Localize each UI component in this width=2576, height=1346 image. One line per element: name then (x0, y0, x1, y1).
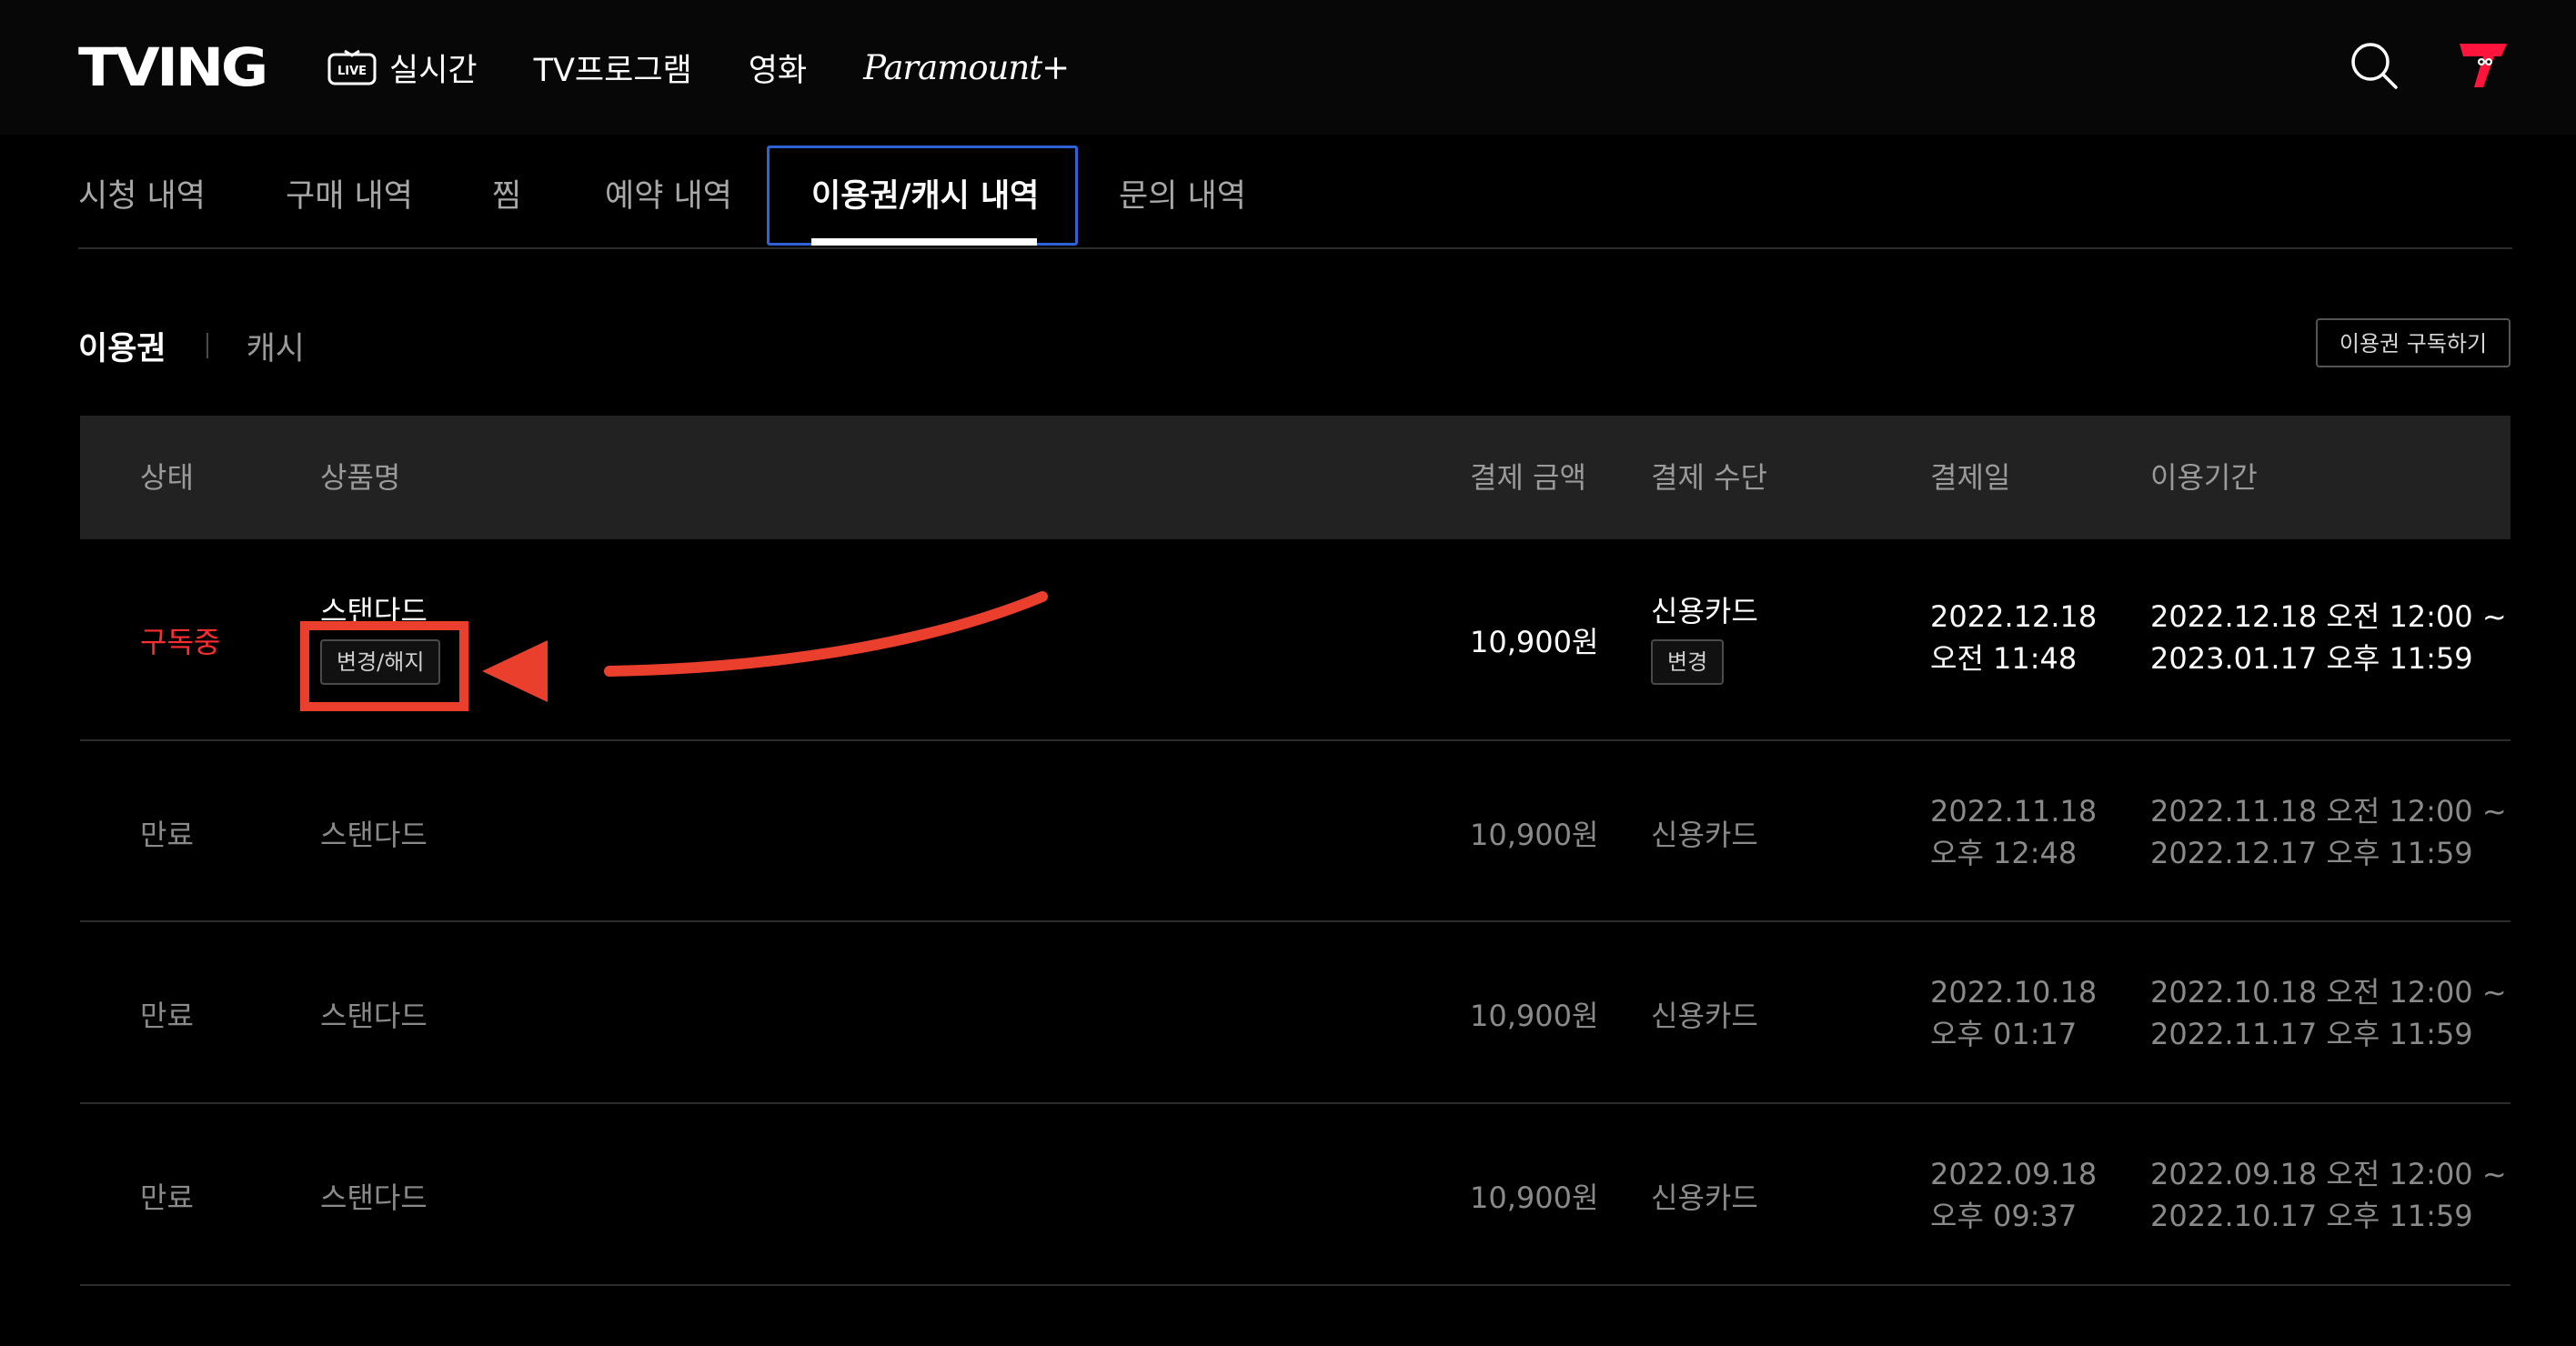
period-end: 2022.11.17 오후 11:59 (2150, 1017, 2473, 1051)
nav-label-live: 실시간 (389, 52, 478, 89)
live-icon: LIVE (327, 49, 377, 85)
pay-time: 오후 09:37 (1930, 1199, 2078, 1233)
row-product: 스탠다드 (320, 818, 428, 852)
row-amount: 10,900원 (1470, 625, 1599, 659)
pay-date: 2022.11.18 (1930, 794, 2098, 829)
pay-date: 2022.09.18 (1930, 1157, 2098, 1191)
period-end: 2023.01.17 오후 11:59 (2150, 641, 2473, 676)
nav-label-tv-program: TV프로그램 (533, 52, 692, 89)
nav-item-tv-program[interactable]: TV프로그램 (534, 45, 692, 91)
nav-label-movie: 영화 (748, 52, 808, 89)
subtab-divider (206, 333, 208, 358)
period-start: 2022.09.18 오전 12:00 ~ (2150, 1157, 2507, 1191)
tab-purchase-history[interactable]: 구매 내역 (286, 146, 413, 247)
row-product: 스탠다드 (320, 999, 428, 1033)
header-period: 이용기간 (2150, 460, 2258, 495)
row-product: 스탠다드 (320, 1180, 428, 1215)
period-start: 2022.12.18 오전 12:00 ~ (2150, 599, 2507, 634)
row-amount: 10,900원 (1470, 1180, 1599, 1215)
row-period: 2022.12.18 오전 12:00 ~ 2023.01.17 오후 11:5… (2150, 596, 2507, 679)
row-pay-date: 2022.09.18 오후 09:37 (1930, 1153, 2097, 1237)
row-status: 구독중 (140, 625, 221, 659)
table-row: 만료 스탠다드 10,900원 신용카드 2022.10.18 오후 01:17… (80, 922, 2511, 1104)
top-header: TVING LIVE 실시간 TV프로그램 영화 Paramount+ (0, 0, 2576, 135)
tab-watch-history[interactable]: 시청 내역 (78, 146, 206, 247)
search-icon[interactable] (2349, 40, 2400, 91)
row-method: 신용카드 (1651, 999, 1758, 1033)
row-period: 2022.11.18 오전 12:00 ~ 2022.12.17 오후 11:5… (2150, 790, 2507, 874)
pay-time: 오후 12:48 (1930, 836, 2078, 870)
period-start: 2022.10.18 오전 12:00 ~ (2150, 975, 2507, 1010)
annotation-highlight-box (300, 621, 468, 711)
pay-time: 오후 01:17 (1930, 1017, 2078, 1051)
tab-reservation-history[interactable]: 예약 내역 (605, 146, 732, 247)
tving-logo[interactable]: TVING (78, 36, 268, 98)
pay-time: 오전 11:48 (1930, 641, 2078, 676)
subscribe-pass-button[interactable]: 이용권 구독하기 (2316, 318, 2511, 367)
row-method: 신용카드 (1651, 1180, 1758, 1215)
row-amount: 10,900원 (1470, 818, 1599, 852)
nav-item-movie[interactable]: 영화 (749, 45, 807, 91)
tab-inquiry-history[interactable]: 문의 내역 (1119, 146, 1246, 247)
row-method: 신용카드 (1651, 594, 1758, 628)
subtab-cash[interactable]: 캐시 (247, 323, 305, 369)
history-tabs: 시청 내역 구매 내역 찜 예약 내역 이용권/캐시 내역 문의 내역 (78, 146, 2512, 249)
table-header: 상태 상품명 결제 금액 결제 수단 결제일 이용기간 (80, 416, 2511, 539)
nav-item-paramount[interactable]: Paramount+ (863, 47, 1070, 87)
header-amount: 결제 금액 (1470, 460, 1586, 495)
row-pay-date: 2022.10.18 오후 01:17 (1930, 971, 2097, 1055)
row-pay-date: 2022.12.18 오전 11:48 (1930, 596, 2097, 679)
tab-wishlist[interactable]: 찜 (492, 146, 521, 247)
period-start: 2022.11.18 오전 12:00 ~ (2150, 794, 2507, 829)
pay-date: 2022.12.18 (1930, 599, 2098, 634)
row-amount: 10,900원 (1470, 999, 1599, 1033)
profile-icon[interactable] (2458, 40, 2509, 89)
pay-date: 2022.10.18 (1930, 975, 2098, 1010)
nav-item-live[interactable]: LIVE 실시간 (327, 45, 478, 91)
main-nav: LIVE 실시간 TV프로그램 영화 Paramount+ (327, 0, 1125, 135)
method-change-wrapper: 변경 (1651, 639, 1725, 685)
table-row: 만료 스탠다드 10,900원 신용카드 2022.11.18 오후 12:48… (80, 741, 2511, 922)
header-status: 상태 (140, 460, 194, 495)
row-period: 2022.10.18 오전 12:00 ~ 2022.11.17 오후 11:5… (2150, 971, 2507, 1055)
paramount-logo: Paramount+ (863, 47, 1070, 87)
active-tab-underline (811, 238, 1037, 246)
table-row: 만료 스탠다드 10,900원 신용카드 2022.09.18 오후 09:37… (80, 1104, 2511, 1286)
period-end: 2022.10.17 오후 11:59 (2150, 1199, 2473, 1233)
row-pay-date: 2022.11.18 오후 12:48 (1930, 790, 2097, 874)
row-method: 신용카드 (1651, 818, 1758, 852)
row-status: 만료 (140, 818, 194, 852)
row-status: 만료 (140, 999, 194, 1033)
subtab-pass[interactable]: 이용권 (78, 323, 166, 369)
sub-tabs: 이용권 캐시 (78, 323, 305, 368)
header-product: 상품명 (320, 460, 401, 495)
annotation-arrow-icon (482, 591, 1048, 702)
change-payment-method-button[interactable]: 변경 (1651, 639, 1725, 685)
header-pay-date: 결제일 (1930, 460, 2011, 495)
tab-focus-ring (767, 146, 1078, 246)
row-status: 만료 (140, 1180, 194, 1215)
period-end: 2022.12.17 오후 11:59 (2150, 836, 2473, 870)
svg-text:LIVE: LIVE (337, 65, 367, 78)
header-method: 결제 수단 (1651, 460, 1767, 495)
row-period: 2022.09.18 오전 12:00 ~ 2022.10.17 오후 11:5… (2150, 1153, 2507, 1237)
